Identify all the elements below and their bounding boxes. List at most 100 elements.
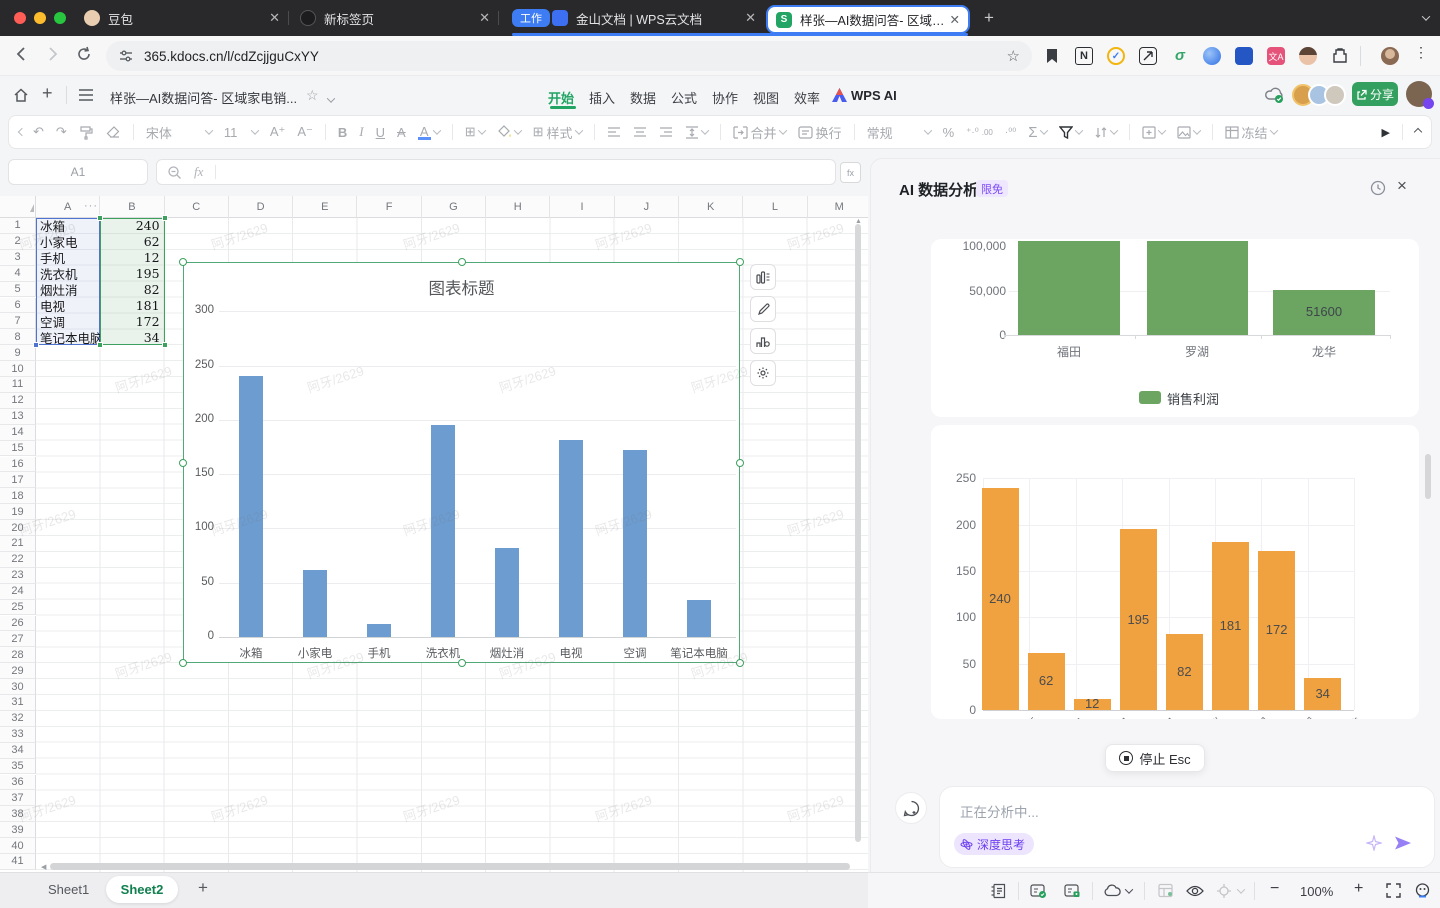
deep-think-toggle[interactable]: 深度思考 (954, 833, 1034, 855)
merge-cells-icon[interactable]: 合并 (733, 123, 786, 142)
row-header-9[interactable]: 9 (0, 345, 36, 361)
italic-icon[interactable]: I (359, 124, 363, 140)
cell-A4[interactable]: 洗衣机 (36, 266, 100, 282)
menu-collab[interactable]: 协作 (712, 88, 738, 107)
doc-title[interactable]: 样张—AI数据问答- 区域家电销... (110, 88, 297, 107)
column-header-J[interactable]: J (615, 196, 679, 218)
row-header-8[interactable]: 8 (0, 329, 36, 345)
row-header-34[interactable]: 34 (0, 743, 36, 759)
row-header-14[interactable]: 14 (0, 425, 36, 441)
bold-icon[interactable]: B (338, 125, 347, 140)
increase-font-icon[interactable]: A⁺ (270, 124, 286, 140)
zoom-in-button[interactable]: + (1354, 880, 1363, 898)
cell-A3[interactable]: 手机 (36, 250, 100, 266)
share-button[interactable]: 分享 (1352, 82, 1398, 106)
favorite-star-icon[interactable]: ☆ (306, 87, 319, 104)
sheet-tab-1[interactable]: Sheet1 (48, 882, 89, 897)
reload-icon[interactable] (74, 44, 94, 64)
bar-罗湖[interactable] (1147, 241, 1248, 335)
translate-extension-icon[interactable]: 文A (1267, 47, 1285, 65)
history-clock-icon[interactable] (1370, 180, 1386, 196)
row-header-10[interactable]: 10 (0, 361, 36, 377)
autosum-icon[interactable]: Σ (1028, 124, 1046, 141)
font-family-select[interactable]: 宋体 (146, 123, 212, 142)
cell-B7[interactable]: 172 (100, 313, 164, 329)
tab-search-chevron[interactable] (1416, 8, 1436, 28)
locate-icon[interactable] (1216, 883, 1232, 899)
column-header-B[interactable]: B (100, 196, 164, 218)
toolbar-collapse-left-icon[interactable] (18, 128, 26, 136)
menu-formula[interactable]: 公式 (671, 88, 697, 107)
vertical-align-icon[interactable] (685, 126, 708, 139)
decrease-font-icon[interactable]: A⁻ (297, 124, 313, 140)
bookmark-star-icon[interactable]: ☆ (1007, 47, 1020, 65)
format-painter-icon[interactable] (79, 125, 94, 140)
zoom-out-button[interactable]: − (1270, 880, 1279, 898)
row-header-27[interactable]: 27 (0, 631, 36, 647)
row-header-39[interactable]: 39 (0, 822, 36, 838)
cell-A8[interactable]: 笔记本电脑 (36, 329, 100, 345)
cell-B8[interactable]: 34 (100, 329, 164, 345)
stop-button[interactable]: 停止 Esc (1105, 744, 1205, 772)
reading-view-icon[interactable] (1186, 884, 1204, 898)
row-header-41[interactable]: 41 (0, 854, 36, 870)
profile-avatar[interactable] (1381, 47, 1399, 65)
sparkle-icon[interactable] (1366, 835, 1382, 851)
assistant-robot-icon[interactable] (1414, 882, 1431, 899)
chart-handle[interactable] (179, 459, 187, 467)
row-header-29[interactable]: 29 (0, 663, 36, 679)
chart-handle[interactable] (458, 258, 466, 266)
check-extension-icon[interactable]: ✓ (1107, 47, 1125, 65)
chart-handle[interactable] (736, 258, 744, 266)
selection-handle[interactable] (97, 342, 103, 348)
home-icon[interactable] (12, 86, 30, 104)
row-header-40[interactable]: 40 (0, 838, 36, 854)
close-window-button[interactable] (14, 12, 26, 24)
bar-洗衣机[interactable] (431, 425, 455, 637)
cloud-sync-icon[interactable] (1265, 86, 1284, 104)
chart-data-button[interactable] (750, 328, 776, 354)
back-icon[interactable] (12, 44, 32, 64)
row-header-30[interactable]: 30 (0, 679, 36, 695)
outline-icon[interactable] (990, 883, 1006, 899)
chart-edit-button[interactable] (750, 296, 776, 322)
tab-active-sample[interactable]: S 样张—AI数据问答- 区域家电销 ✕ (766, 5, 970, 34)
row-header-7[interactable]: 7 (0, 313, 36, 329)
column-header-F[interactable]: F (358, 196, 422, 218)
row-header-18[interactable]: 18 (0, 488, 36, 504)
menu-efficiency[interactable]: 效率 (794, 88, 820, 107)
cell-B5[interactable]: 82 (100, 282, 164, 298)
row-header-23[interactable]: 23 (0, 568, 36, 584)
cell-style-icon[interactable]: ⊞样式 (533, 123, 582, 142)
doc-title-chevron[interactable] (328, 90, 334, 108)
percent-icon[interactable]: % (943, 125, 955, 140)
sort-icon[interactable] (1094, 126, 1117, 139)
site-settings-icon[interactable] (118, 48, 134, 64)
insert-image-icon[interactable] (1177, 126, 1200, 139)
insert-cells-icon[interactable] (1142, 126, 1165, 139)
bar-笔记本电脑[interactable] (687, 600, 711, 637)
row-header-33[interactable]: 33 (0, 727, 36, 743)
font-color-icon[interactable]: A (418, 124, 440, 140)
row-header-24[interactable]: 24 (0, 584, 36, 600)
tab-doubao[interactable]: 豆包 ✕ (84, 0, 280, 36)
row-header-26[interactable]: 26 (0, 616, 36, 632)
sheet-tab-2-active[interactable]: Sheet2 (106, 876, 178, 903)
row-header-16[interactable]: 16 (0, 457, 36, 473)
redo-icon[interactable]: ↷ (56, 124, 67, 140)
selection-handle[interactable] (162, 342, 168, 348)
row-header-3[interactable]: 3 (0, 250, 36, 266)
collaborator-avatar[interactable] (1324, 84, 1346, 106)
underline-icon[interactable]: U (376, 125, 385, 140)
row-header-25[interactable]: 25 (0, 600, 36, 616)
wrap-text-icon[interactable]: 换行 (798, 123, 842, 142)
scroll-left-icon[interactable]: ◀ (41, 863, 46, 871)
menu-wps-ai[interactable]: WPS AI (851, 88, 897, 103)
embedded-chart[interactable]: 图表标题 050100150200250300冰箱小家电手机洗衣机烟灶消电视空调… (183, 262, 740, 663)
add-sheet-button[interactable]: + (198, 878, 208, 898)
tab-group-label[interactable]: 工作 (512, 9, 550, 27)
row-header-22[interactable]: 22 (0, 552, 36, 568)
minimize-window-button[interactable] (34, 12, 46, 24)
cell-B2[interactable]: 62 (100, 234, 164, 250)
chat-input[interactable]: 正在分析中... 深度思考 (939, 786, 1435, 868)
